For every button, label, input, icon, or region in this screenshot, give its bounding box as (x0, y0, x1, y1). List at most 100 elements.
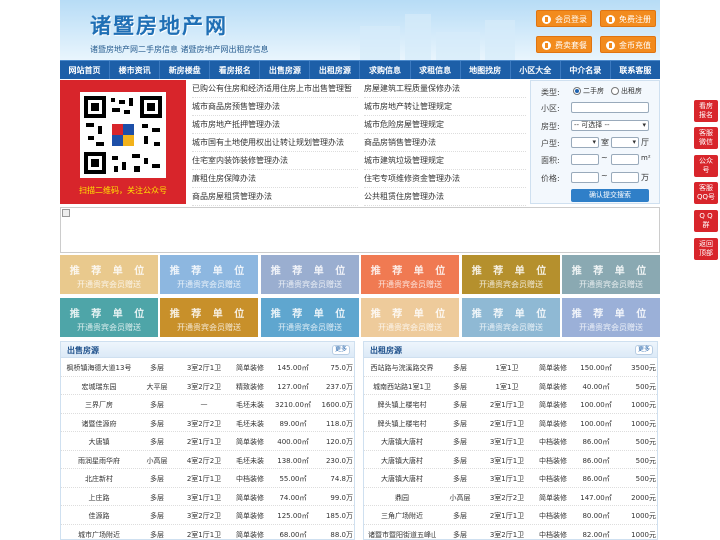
nav-wanted-buy[interactable]: 求购信息 (360, 61, 411, 79)
float-official-account[interactable]: 公众号 (694, 155, 718, 177)
area-max-input[interactable] (611, 154, 639, 165)
table-row[interactable]: 西站路与浣溪路交界 多层 1室1卫 简单装修 150.00㎡ 3500元 (364, 358, 657, 377)
policy-link[interactable]: 廉租住房保障办法 (192, 170, 358, 188)
nav-rent-listings[interactable]: 出租房源 (310, 61, 361, 79)
listing-location[interactable]: 雨润星雨华府 (65, 456, 133, 466)
listing-location[interactable]: 大唐镇大唐村 (368, 437, 436, 447)
listing-location[interactable]: 大唐镇 (65, 437, 133, 447)
policy-link[interactable]: 城市建筑垃圾管理规定 (364, 152, 526, 170)
recommended-unit-tile[interactable]: 推 荐 单 位开通贵宾会员赠送 (361, 255, 459, 294)
table-row[interactable]: 大唐镇大唐村 多层 3室1厅1卫 中档装修 86.00㎡ 500元 (364, 451, 657, 469)
type-radio-rent[interactable] (611, 87, 619, 95)
listing-location[interactable]: 枫桥镇海德大道13号 (65, 363, 133, 373)
nav-new-homes[interactable]: 新房楼盘 (160, 61, 211, 79)
policy-link[interactable]: 商品房屋租赁管理办法 (192, 188, 358, 206)
float-qq-group[interactable]: Q Q群 (694, 210, 718, 232)
policy-link[interactable]: 城市商品房预售管理办法 (192, 98, 358, 116)
nav-contact[interactable]: 联系客服 (611, 61, 660, 79)
recommended-unit-tile[interactable]: 推 荐 单 位开通贵宾会员赠送 (261, 298, 359, 337)
float-wechat-service[interactable]: 客服 微信 (694, 127, 718, 149)
policy-link[interactable]: 已购公有住房和经济适用住房上市出售管理暂 (192, 80, 358, 98)
recommended-unit-tile[interactable]: 推 荐 单 位开通贵宾会员赠送 (562, 298, 660, 337)
nav-home[interactable]: 网站首页 (60, 61, 111, 79)
policy-link[interactable]: 房屋建筑工程质量保修办法 (364, 80, 526, 98)
community-input[interactable] (571, 102, 649, 113)
recommended-unit-tile[interactable]: 推 荐 单 位开通贵宾会员赠送 (462, 298, 560, 337)
table-row[interactable]: 大唐镇大唐村 多层 3室1厅1卫 中档装修 86.00㎡ 500元 (364, 432, 657, 451)
table-row[interactable]: 雨润星雨华府 小高层 4室2厅2卫 毛坯未装 138.00㎡ 230.0万 (61, 451, 354, 469)
recharge-button[interactable]: 金币充值 (600, 36, 656, 53)
nav-map-search[interactable]: 地图找房 (461, 61, 511, 79)
table-row[interactable]: 佳源路 多层 3室2厅2卫 简单装修 125.00㎡ 185.0万 (61, 506, 354, 525)
search-submit-button[interactable]: 确认提交搜索 (571, 189, 649, 202)
table-row[interactable]: 牌头镇上楼宅村 多层 2室1厅1卫 简单装修 100.00㎡ 1000元 (364, 395, 657, 414)
recommended-unit-tile[interactable]: 推 荐 单 位开通贵宾会员赠送 (60, 298, 158, 337)
nav-agents[interactable]: 中介名录 (561, 61, 611, 79)
table-row[interactable]: 枫桥镇海德大道13号 多层 3室2厅1卫 简单装修 145.00㎡ 75.0万 (61, 358, 354, 377)
package-button[interactable]: 费卖套餐 (536, 36, 592, 53)
table-row[interactable]: 宏城瑞东园 大平层 3室2厅2卫 精致装修 127.00㎡ 237.0万 (61, 377, 354, 395)
recommended-unit-tile[interactable]: 推 荐 单 位开通贵宾会员赠送 (562, 255, 660, 294)
policy-link[interactable]: 住宅专项维修资金管理办法 (364, 170, 526, 188)
listing-location[interactable]: 上庄路 (65, 493, 133, 503)
policy-link[interactable]: 公共租赁住房管理办法 (364, 188, 526, 206)
listing-location[interactable]: 三界厂房 (65, 400, 133, 410)
float-viewing-signup[interactable]: 看房 报名 (694, 100, 718, 122)
table-row[interactable]: 大唐镇大唐村 多层 3室1厅1卫 中档装修 86.00㎡ 500元 (364, 469, 657, 488)
member-login-button[interactable]: 会员登录 (536, 10, 592, 27)
policy-link[interactable]: 城市国有土地使用权出让转让规划管理办法 (192, 134, 358, 152)
house-type-select[interactable]: -- 可选择 -- ▾ (571, 120, 649, 131)
table-row[interactable]: 上庄路 多层 3室1厅1卫 简单装修 74.00㎡ 99.0万 (61, 488, 354, 506)
table-row[interactable]: 大唐镇 多层 2室1厅1卫 简单装修 400.00㎡ 120.0万 (61, 432, 354, 451)
listing-location[interactable]: 大唐镇大唐村 (368, 456, 436, 466)
nav-sale-listings[interactable]: 出售房源 (260, 61, 311, 79)
policy-link[interactable]: 商品房销售管理办法 (364, 134, 526, 152)
site-logo[interactable]: 诸暨房地产网 (90, 10, 228, 40)
room-select[interactable]: ▾ (571, 137, 599, 148)
nav-communities[interactable]: 小区大全 (511, 61, 561, 79)
table-row[interactable]: 三角广场附近 多层 2室1厅1卫 中档装修 80.00㎡ 1000元 (364, 506, 657, 525)
register-button[interactable]: 免费注册 (600, 10, 656, 27)
recommended-unit-tile[interactable]: 推 荐 单 位开通贵宾会员赠送 (361, 298, 459, 337)
hall-select[interactable]: ▾ (611, 137, 639, 148)
listing-location[interactable]: 牌头镇上楼宅村 (368, 419, 436, 429)
recommended-unit-tile[interactable]: 推 荐 单 位开通贵宾会员赠送 (160, 255, 258, 294)
listing-location[interactable]: 城市广场附近 (65, 530, 133, 540)
rent-more-link[interactable]: 更多 (634, 345, 653, 355)
price-min-input[interactable] (571, 172, 599, 183)
policy-link[interactable]: 住宅室内装饰装修管理办法 (192, 152, 358, 170)
nav-wanted-rent[interactable]: 求租信息 (411, 61, 461, 79)
policy-link[interactable]: 城市房地产转让管理规定 (364, 98, 526, 116)
table-row[interactable]: 三界厂房 多层 — 毛坯未装 3210.00㎡ 1600.0万 (61, 395, 354, 414)
recommended-unit-tile[interactable]: 推 荐 单 位开通贵宾会员赠送 (160, 298, 258, 337)
area-min-input[interactable] (571, 154, 599, 165)
table-row[interactable]: 城市广场附近 多层 2室1厅1卫 简单装修 68.00㎡ 88.0万 (61, 525, 354, 540)
policy-link[interactable]: 城市房地产抵押管理办法 (192, 116, 358, 134)
table-row[interactable]: 牌头镇上楼宅村 多层 2室1厅1卫 简单装修 100.00㎡ 1000元 (364, 414, 657, 432)
nav-viewing-signup[interactable]: 看房报名 (210, 61, 261, 79)
table-row[interactable]: 城南西站路1室1卫 多层 1室1卫 简单装修 40.00㎡ 500元 (364, 377, 657, 395)
table-row[interactable]: 诸暨佳源府 多层 3室2厅2卫 毛坯未装 89.00㎡ 118.0万 (61, 414, 354, 432)
listing-location[interactable]: 诸暨佳源府 (65, 419, 133, 429)
listing-location[interactable]: 诸暨市暨阳街道五峰山 (368, 530, 436, 540)
policy-link[interactable]: 城市危险房屋管理规定 (364, 116, 526, 134)
listing-location[interactable]: 西站路与浣溪路交界 (368, 363, 436, 373)
recommended-unit-tile[interactable]: 推 荐 单 位开通贵宾会员赠送 (261, 255, 359, 294)
price-max-input[interactable] (611, 172, 639, 183)
float-qq-service[interactable]: 客服 QQ号 (694, 182, 718, 204)
float-back-to-top[interactable]: 返回 顶部 (694, 238, 718, 260)
ad-banner[interactable] (60, 207, 660, 253)
sale-more-link[interactable]: 更多 (331, 345, 350, 355)
listing-location[interactable]: 佳源路 (65, 511, 133, 521)
listing-location[interactable]: 三角广场附近 (368, 511, 436, 521)
listing-location[interactable]: 大唐镇大唐村 (368, 474, 436, 484)
listing-location[interactable]: 牌头镇上楼宅村 (368, 400, 436, 410)
listing-location[interactable]: 城南西站路1室1卫 (368, 382, 436, 392)
table-row[interactable]: 鼎园 小高层 3室2厅2卫 简单装修 147.00㎡ 2000元 (364, 488, 657, 506)
nav-news[interactable]: 楼市资讯 (110, 61, 161, 79)
listing-location[interactable]: 宏城瑞东园 (65, 382, 133, 392)
type-radio-secondhand[interactable] (573, 87, 581, 95)
listing-location[interactable]: 鼎园 (368, 493, 436, 503)
recommended-unit-tile[interactable]: 推 荐 单 位开通贵宾会员赠送 (462, 255, 560, 294)
table-row[interactable]: 诸暨市暨阳街道五峰山 多层 3室2厅1卫 中档装修 82.00㎡ 1000元 (364, 525, 657, 540)
